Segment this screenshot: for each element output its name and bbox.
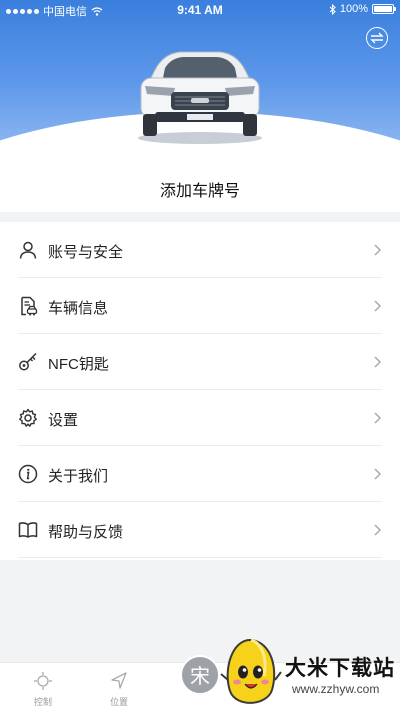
battery-percent: 100% (339, 3, 368, 15)
watermark-title: 大米下载站 (285, 657, 395, 680)
tab-label: 控制 (33, 697, 52, 707)
chevron-right-icon (374, 468, 382, 480)
add-plate-title[interactable]: 添加车牌号 (0, 177, 400, 201)
center-vehicle-button[interactable]: 宋 (180, 655, 220, 695)
book-icon (18, 522, 38, 538)
chevron-right-icon (374, 412, 382, 424)
menu-item-help-feedback[interactable]: 帮助与反馈 (0, 502, 400, 558)
bluetooth-icon (329, 3, 336, 15)
menu-item-settings[interactable]: 设置 (0, 390, 400, 446)
tab-label: 位置 (109, 697, 128, 707)
user-icon (19, 241, 37, 259)
menu-item-label: 帮助与反馈 (48, 524, 124, 541)
menu-item-label: NFC钥匙 (48, 356, 109, 373)
menu-item-about-us[interactable]: 关于我们 (0, 446, 400, 502)
site-watermark: 大米下载站 www.zzhyw.com (220, 636, 400, 711)
car-document-icon (21, 296, 38, 316)
battery-icon (372, 4, 396, 14)
menu-item-label: 关于我们 (48, 468, 109, 485)
key-icon (19, 352, 37, 371)
gear-icon (19, 408, 37, 427)
chevron-right-icon (374, 524, 382, 536)
tab-control[interactable]: 控制 (23, 671, 63, 708)
chevron-right-icon (374, 244, 382, 256)
menu-item-account-security[interactable]: 账号与安全 (0, 222, 400, 278)
settings-menu: 账号与安全 车辆信息 NFC钥匙 设置 关于我们 帮助与反馈 (0, 222, 400, 560)
swap-icon (370, 32, 384, 44)
menu-item-nfc-key[interactable]: NFC钥匙 (0, 334, 400, 390)
switch-vehicle-button[interactable] (366, 27, 388, 49)
watermark-url: www.zzhyw.com (292, 682, 380, 696)
profile-header: 添加车牌号 (0, 0, 400, 212)
info-icon (18, 464, 38, 484)
chevron-right-icon (374, 300, 382, 312)
menu-item-label: 设置 (48, 412, 79, 429)
menu-item-label: 车辆信息 (48, 300, 109, 317)
status-right: 100% (329, 3, 396, 15)
location-arrow-icon (111, 672, 127, 689)
divider (18, 557, 382, 558)
chevron-right-icon (374, 356, 382, 368)
control-icon (34, 672, 52, 690)
car-image (138, 51, 262, 144)
rice-mascot-logo (220, 638, 282, 704)
menu-item-label: 账号与安全 (48, 244, 124, 261)
menu-item-vehicle-info[interactable]: 车辆信息 (0, 278, 400, 334)
tab-location[interactable]: 位置 (99, 671, 139, 708)
status-bar: 中国电信 9:41 AM 100% (0, 0, 400, 20)
